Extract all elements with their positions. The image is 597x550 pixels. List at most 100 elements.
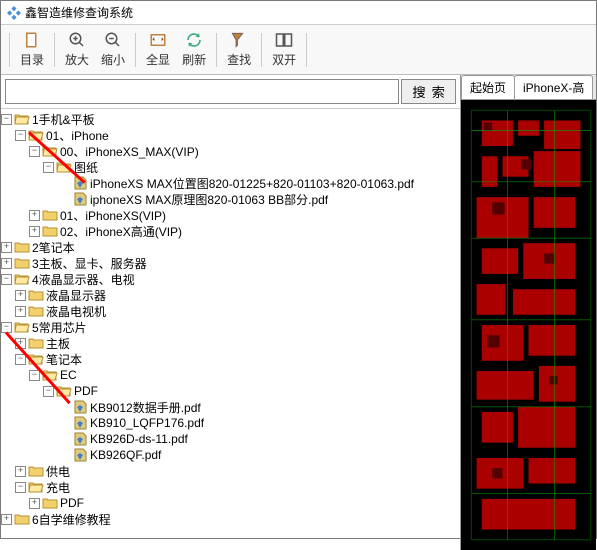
- tree-label: 充电: [46, 479, 70, 496]
- folder-open-icon: [14, 320, 30, 334]
- toolbar: 目录 放大 缩小 全显 刷新 查找 双开: [1, 25, 596, 75]
- tree-toggle[interactable]: −: [1, 114, 12, 125]
- tree-folder[interactable]: +02、iPhoneX高通(VIP): [1, 223, 460, 239]
- tree-toggle[interactable]: +: [1, 514, 12, 525]
- tree-label: KB910_LQFP176.pdf: [90, 416, 204, 430]
- zoom-in-icon: [68, 31, 86, 49]
- tree-folder[interactable]: +01、iPhoneXS(VIP): [1, 207, 460, 223]
- tree-toggle[interactable]: +: [29, 210, 40, 221]
- tree-folder[interactable]: −EC: [1, 367, 460, 383]
- tree-toggle[interactable]: −: [29, 146, 40, 157]
- tree-folder[interactable]: + 液晶电视机: [1, 303, 460, 319]
- tree-label: 液晶电视机: [46, 303, 106, 320]
- tree-label: KB9012数据手册.pdf: [90, 399, 201, 416]
- tree-label: 3主板、显卡、服务器: [32, 255, 147, 272]
- tree-folder[interactable]: − 充电: [1, 479, 460, 495]
- folder-closed-icon: [28, 464, 44, 478]
- title-bar: 鑫智造维修查询系统: [1, 1, 596, 25]
- find-icon: [230, 31, 248, 49]
- folder-closed-icon: [14, 512, 30, 526]
- pdf-icon: [72, 192, 88, 206]
- tree-label: 供电: [46, 463, 70, 480]
- tree-toggle[interactable]: −: [15, 130, 26, 141]
- folder-closed-icon: [28, 336, 44, 350]
- tree-label: iphoneXS MAX原理图820-01063 BB部分.pdf: [90, 191, 328, 208]
- pcb-viewer[interactable]: [461, 100, 596, 550]
- folder-closed-icon: [14, 240, 30, 254]
- tree-label: KB926D-ds-11.pdf: [90, 432, 188, 446]
- tree-folder[interactable]: +PDF: [1, 495, 460, 511]
- refresh-icon: [185, 31, 203, 49]
- tree-toggle[interactable]: +: [29, 226, 40, 237]
- zoom-out-icon: [104, 31, 122, 49]
- search-button[interactable]: 搜索: [401, 79, 456, 104]
- tree-toggle[interactable]: +: [15, 290, 26, 301]
- tab-bar: 起始页 iPhoneX-高: [461, 75, 596, 100]
- tree-label: 6自学维修教程: [32, 511, 111, 528]
- tree-folder[interactable]: + 供电: [1, 463, 460, 479]
- catalog-button[interactable]: 目录: [14, 29, 50, 70]
- folder-open-icon: [28, 480, 44, 494]
- tree-file[interactable]: KB926QF.pdf: [1, 447, 460, 463]
- tree-label: iPhoneXS MAX位置图820-01225+820-01103+820-0…: [90, 175, 414, 192]
- tree-label: 02、iPhoneX高通(VIP): [60, 223, 182, 240]
- tree-file[interactable]: iphoneXS MAX原理图820-01063 BB部分.pdf: [1, 191, 460, 207]
- pdf-icon: [72, 448, 88, 462]
- pdf-icon: [72, 416, 88, 430]
- tree-label: PDF: [74, 384, 98, 398]
- search-input[interactable]: [5, 79, 399, 104]
- folder-closed-icon: [42, 208, 58, 222]
- tree-folder[interactable]: −笔记本: [1, 351, 460, 367]
- app-icon: [7, 6, 21, 20]
- zoom-out-button[interactable]: 缩小: [95, 29, 131, 70]
- tree-toggle[interactable]: −: [1, 274, 12, 285]
- tree-toggle[interactable]: +: [15, 466, 26, 477]
- tree-label: 01、iPhoneXS(VIP): [60, 207, 166, 224]
- tree-folder[interactable]: −5常用芯片: [1, 319, 460, 335]
- tree-label: 01、iPhone: [46, 127, 109, 144]
- search-bar: 搜索: [1, 75, 460, 109]
- tree-toggle[interactable]: +: [15, 306, 26, 317]
- app-title: 鑫智造维修查询系统: [25, 4, 133, 21]
- fit-button[interactable]: 全显: [140, 29, 176, 70]
- tree-label: 4液晶显示器、电视: [32, 271, 135, 288]
- tree-file[interactable]: KB926D-ds-11.pdf: [1, 431, 460, 447]
- zoom-in-button[interactable]: 放大: [59, 29, 95, 70]
- tree-toggle[interactable]: −: [15, 482, 26, 493]
- tree-folder[interactable]: +2笔记本: [1, 239, 460, 255]
- tree-toggle[interactable]: −: [43, 162, 54, 173]
- tab-document[interactable]: iPhoneX-高: [514, 75, 593, 99]
- tree-file[interactable]: iPhoneXS MAX位置图820-01225+820-01103+820-0…: [1, 175, 460, 191]
- tree-folder[interactable]: − 01、iPhone: [1, 127, 460, 143]
- tree-folder[interactable]: −00、iPhoneXS_MAX(VIP): [1, 143, 460, 159]
- tree-label: 2笔记本: [32, 239, 75, 256]
- folder-open-icon: [14, 272, 30, 286]
- file-tree[interactable]: −1手机&平板−01、iPhone−00、iPhoneXS_MAX(VIP)−图…: [1, 109, 460, 550]
- right-pane: 起始页 iPhoneX-高: [461, 75, 596, 550]
- tree-folder[interactable]: +主板: [1, 335, 460, 351]
- tab-start[interactable]: 起始页: [461, 75, 515, 99]
- folder-closed-icon: [42, 496, 58, 510]
- tree-folder[interactable]: − 1手机&平板: [1, 111, 460, 127]
- tree-label: 5常用芯片: [32, 319, 87, 336]
- tree-toggle[interactable]: +: [1, 242, 12, 253]
- tree-label: EC: [60, 368, 77, 382]
- tree-folder[interactable]: +3主板、显卡、服务器: [1, 255, 460, 271]
- tree-folder[interactable]: −PDF: [1, 383, 460, 399]
- refresh-button[interactable]: 刷新: [176, 29, 212, 70]
- tree-toggle[interactable]: +: [1, 258, 12, 269]
- left-pane: 搜索 −1手机&平板−01、iPhone−00、iPhoneXS_MAX(VIP…: [1, 75, 461, 550]
- tree-folder[interactable]: − 4液晶显示器、电视: [1, 271, 460, 287]
- book-icon: [23, 31, 41, 49]
- tree-label: 主板: [46, 335, 70, 352]
- tree-folder[interactable]: + 液晶显示器: [1, 287, 460, 303]
- tree-file[interactable]: KB910_LQFP176.pdf: [1, 415, 460, 431]
- tree-label: 1手机&平板: [32, 111, 95, 128]
- fit-icon: [149, 31, 167, 49]
- dual-button[interactable]: 双开: [266, 29, 302, 70]
- tree-toggle[interactable]: +: [29, 498, 40, 509]
- find-button[interactable]: 查找: [221, 29, 257, 70]
- tree-label: 图纸: [74, 159, 98, 176]
- tree-folder[interactable]: +6自学维修教程: [1, 511, 460, 527]
- tree-label: 液晶显示器: [46, 287, 106, 304]
